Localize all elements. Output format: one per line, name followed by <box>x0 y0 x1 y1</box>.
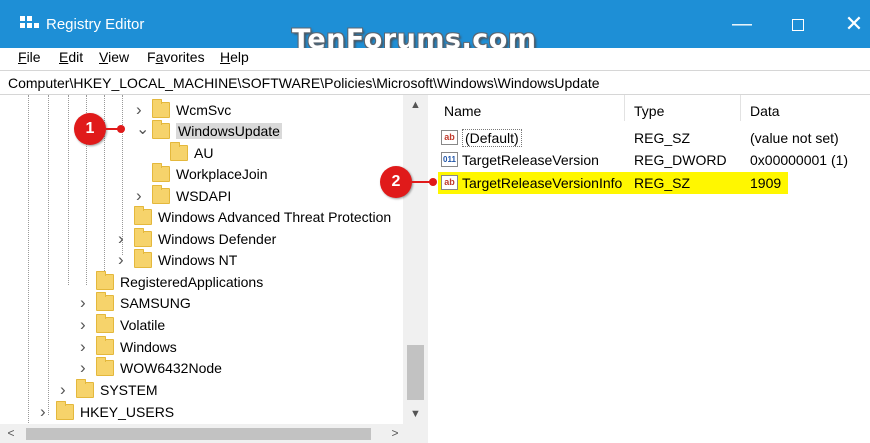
tree-node-label: AU <box>194 145 214 161</box>
tree-guide-line <box>68 95 69 285</box>
chevron-right-icon[interactable]: › <box>80 337 86 357</box>
value-name: TargetReleaseVersion <box>462 152 599 168</box>
value-data: 0x00000001 (1) <box>750 152 849 168</box>
folder-icon <box>152 185 170 204</box>
column-header-data[interactable]: Data <box>750 103 780 119</box>
tree-horizontal-scrollbar[interactable]: < > <box>0 424 428 443</box>
tree-node-label: Windows Advanced Threat Protection <box>158 209 392 225</box>
tree-node-label: Windows Defender <box>158 231 277 247</box>
value-type: REG_DWORD <box>634 152 727 168</box>
tree-node-label: RegisteredApplications <box>120 274 264 290</box>
value-type: REG_SZ <box>634 130 691 146</box>
tree-node-label: WOW6432Node <box>120 360 222 376</box>
menu-file[interactable]: File <box>18 49 41 65</box>
tree-node-label: WorkplaceJoin <box>176 166 268 182</box>
tree-node-label: WSDAPI <box>176 188 232 204</box>
folder-icon <box>170 142 188 161</box>
binary-value-icon: 011 <box>441 152 458 167</box>
chevron-right-icon[interactable]: › <box>118 229 124 249</box>
menu-edit[interactable]: Edit <box>59 49 83 65</box>
tree-node-label: HKEY_USERS <box>80 404 175 420</box>
scroll-right-icon[interactable]: > <box>384 424 406 443</box>
tree-node-label: WcmSvc <box>176 102 232 118</box>
value-name: TargetReleaseVersionInfo <box>462 175 623 191</box>
value-name: (Default) <box>462 129 522 147</box>
callout-pointer <box>106 125 125 133</box>
tree-guide-line <box>28 95 29 425</box>
folder-icon <box>152 120 170 139</box>
title-bar: Registry Editor TenForums.com — ✕ <box>0 0 870 55</box>
value-data: (value not set) <box>750 130 839 146</box>
callout-marker-2: 2 <box>380 166 412 198</box>
scroll-down-icon[interactable]: ▼ <box>403 404 428 424</box>
tree-node-label: Windows <box>120 339 177 355</box>
folder-icon <box>76 379 94 398</box>
callout-marker-1: 1 <box>74 113 106 145</box>
value-type: REG_SZ <box>634 175 691 191</box>
registry-editor-icon <box>20 16 39 32</box>
folder-icon <box>96 336 114 355</box>
tree-node-label: Windows NT <box>158 252 238 268</box>
menu-help[interactable]: Help <box>220 49 249 65</box>
value-row[interactable]: 011 TargetReleaseVersion REG_DWORD 0x000000… <box>438 149 848 171</box>
folder-icon <box>96 271 114 290</box>
chevron-right-icon[interactable]: › <box>80 293 86 313</box>
chevron-right-icon[interactable]: › <box>136 186 142 206</box>
folder-icon <box>56 401 74 420</box>
column-separator[interactable] <box>740 95 741 121</box>
chevron-right-icon[interactable]: › <box>80 358 86 378</box>
window-title: Registry Editor <box>46 16 145 33</box>
callout-pointer <box>412 178 437 186</box>
folder-icon <box>152 99 170 118</box>
folder-icon <box>152 163 170 182</box>
address-path: Computer\HKEY_LOCAL_MACHINE\SOFTWARE\Pol… <box>8 75 600 91</box>
scroll-left-icon[interactable]: < <box>0 424 22 443</box>
menu-view[interactable]: View <box>99 49 129 65</box>
folder-icon <box>96 357 114 376</box>
chevron-right-icon[interactable]: › <box>40 402 46 422</box>
registry-tree: › WcmSvc ⌄ WindowsUpdate AU WorkplaceJoin › WSD… <box>0 95 428 443</box>
scroll-thumb[interactable] <box>407 345 424 400</box>
chevron-right-icon[interactable]: › <box>118 250 124 270</box>
scroll-thumb[interactable] <box>26 428 371 440</box>
folder-icon <box>134 228 152 247</box>
tree-node-label: Volatile <box>120 317 166 333</box>
tree-node-label: SYSTEM <box>100 382 158 398</box>
menu-favorites[interactable]: Favorites <box>147 49 205 65</box>
string-value-icon: ab <box>441 175 458 190</box>
address-bar[interactable]: Computer\HKEY_LOCAL_MACHINE\SOFTWARE\Pol… <box>0 70 870 95</box>
menu-bar: File Edit View Favorites Help <box>0 48 870 68</box>
folder-icon <box>134 249 152 268</box>
string-value-icon: ab <box>441 130 458 145</box>
minimize-button[interactable]: — <box>714 0 770 48</box>
scroll-up-icon[interactable]: ▲ <box>403 95 428 115</box>
chevron-right-icon[interactable]: › <box>60 380 66 400</box>
chevron-right-icon[interactable]: › <box>136 100 142 120</box>
folder-icon <box>96 292 114 311</box>
value-row[interactable]: ab TargetReleaseVersionInfo REG_SZ 1909 <box>438 172 788 194</box>
folder-icon <box>134 206 152 225</box>
tree-vertical-scrollbar[interactable]: ▲ ▼ <box>403 95 428 424</box>
value-list: Name Type Data ab (Default) REG_SZ (value n… <box>432 95 870 443</box>
value-data: 1909 <box>750 175 782 191</box>
tree-guide-line <box>48 95 49 415</box>
close-button[interactable]: ✕ <box>826 0 870 48</box>
column-header-name[interactable]: Name <box>444 103 481 119</box>
chevron-right-icon[interactable]: › <box>80 315 86 335</box>
maximize-icon <box>792 18 804 31</box>
folder-icon <box>96 314 114 333</box>
column-header-type[interactable]: Type <box>634 103 664 119</box>
column-separator[interactable] <box>624 95 625 121</box>
maximize-button[interactable] <box>770 0 826 48</box>
tree-node-label: SAMSUNG <box>120 295 191 311</box>
tree-node-label: WindowsUpdate <box>176 123 282 139</box>
value-row[interactable]: ab (Default) REG_SZ (value not set) <box>438 127 839 149</box>
chevron-down-icon[interactable]: ⌄ <box>136 119 149 139</box>
